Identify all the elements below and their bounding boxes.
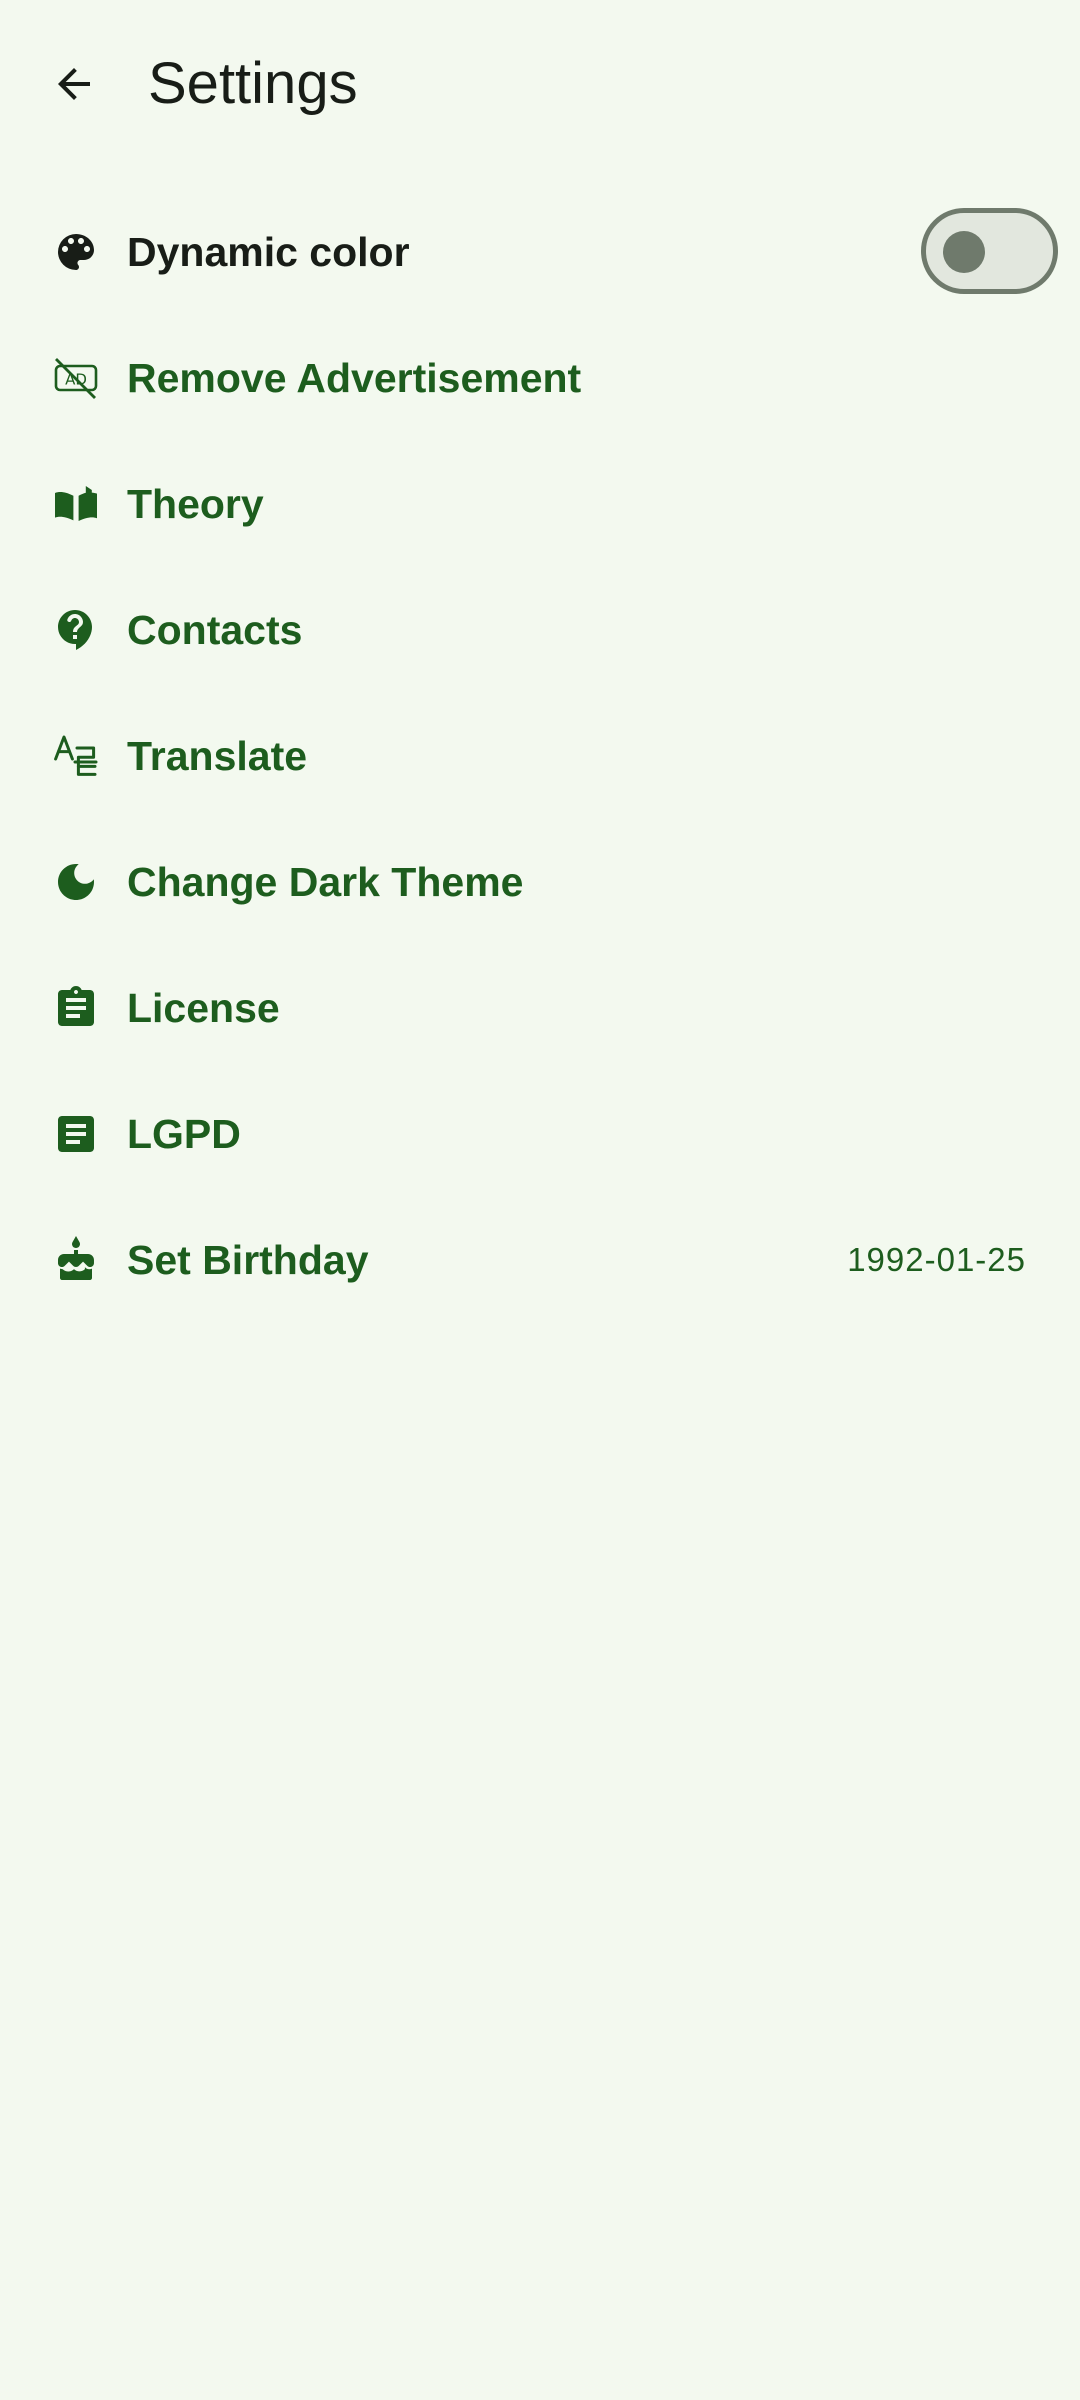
top-app-bar: Settings [0,0,1080,168]
birthday-value: 1992-01-25 [847,1241,1026,1278]
translate-icon [52,732,100,780]
change-dark-theme-label: Change Dark Theme [127,859,524,905]
setting-theory[interactable]: Theory [0,441,1080,567]
license-label: License [127,985,280,1031]
setting-change-dark-theme[interactable]: Change Dark Theme [0,819,1080,945]
setting-contacts[interactable]: Contacts [0,567,1080,693]
set-birthday-label: Set Birthday [127,1237,369,1283]
settings-screen: Settings Dynamic color AD Remove A [0,0,1080,2400]
setting-remove-advertisement[interactable]: AD Remove Advertisement [0,315,1080,441]
switch-thumb [943,231,985,273]
arrow-back-icon [58,68,90,100]
setting-lgpd[interactable]: LGPD [0,1071,1080,1197]
moon-icon [52,858,100,906]
page-title: Settings [148,51,358,116]
settings-list: Dynamic color AD Remove Advertisement [0,189,1080,1323]
setting-set-birthday[interactable]: Set Birthday 1992-01-25 [0,1197,1080,1323]
book-icon [52,480,100,528]
back-button[interactable] [34,44,114,124]
ad-off-icon: AD [52,354,100,402]
palette-icon [52,228,100,276]
dynamic-color-switch[interactable] [921,208,1058,294]
remove-advertisement-label: Remove Advertisement [127,355,582,401]
setting-license[interactable]: License [0,945,1080,1071]
lgpd-label: LGPD [127,1111,241,1157]
contacts-label: Contacts [127,607,303,653]
cake-icon [52,1236,100,1284]
dynamic-color-label: Dynamic color [127,229,410,275]
help-icon [52,606,100,654]
setting-dynamic-color[interactable]: Dynamic color [0,189,1080,315]
setting-translate[interactable]: Translate [0,693,1080,819]
document-icon [52,1110,100,1158]
translate-label: Translate [127,733,308,779]
clipboard-icon [52,984,100,1032]
theory-label: Theory [127,481,264,527]
